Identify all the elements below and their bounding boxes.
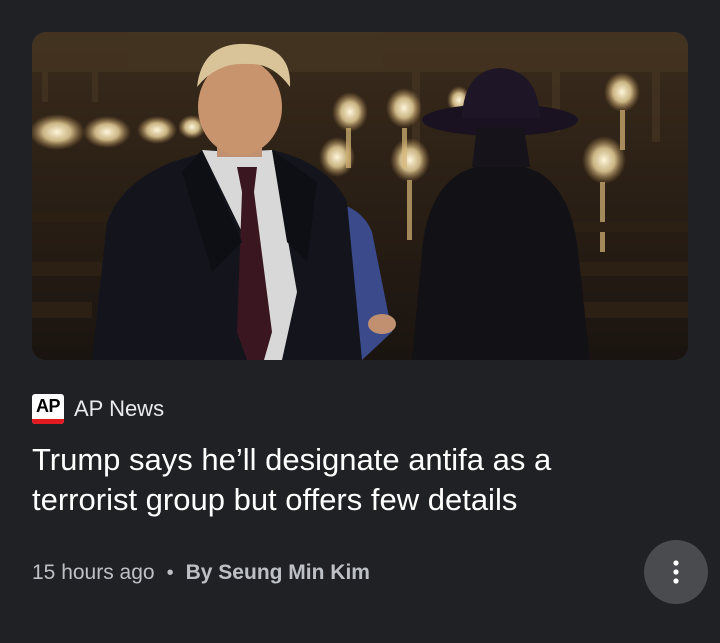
article-photo — [32, 32, 688, 360]
meta-separator: • — [166, 561, 174, 584]
source-row[interactable]: AP AP News — [32, 392, 164, 426]
article-image[interactable] — [32, 32, 688, 360]
article-headline[interactable]: Trump says he’ll designate antifa as a t… — [32, 440, 652, 520]
source-name[interactable]: AP News — [74, 396, 164, 422]
news-card[interactable]: AP AP News Trump says he’ll designate an… — [0, 0, 720, 643]
more-options-button[interactable] — [644, 540, 708, 604]
ap-logo-text: AP — [35, 396, 61, 416]
article-author: By Seung Min Kim — [185, 561, 370, 584]
article-meta: 15 hours ago • By Seung Min Kim — [32, 556, 370, 590]
ap-logo: AP — [32, 394, 64, 424]
publish-time: 15 hours ago — [32, 561, 155, 584]
more-vert-icon — [673, 560, 679, 584]
